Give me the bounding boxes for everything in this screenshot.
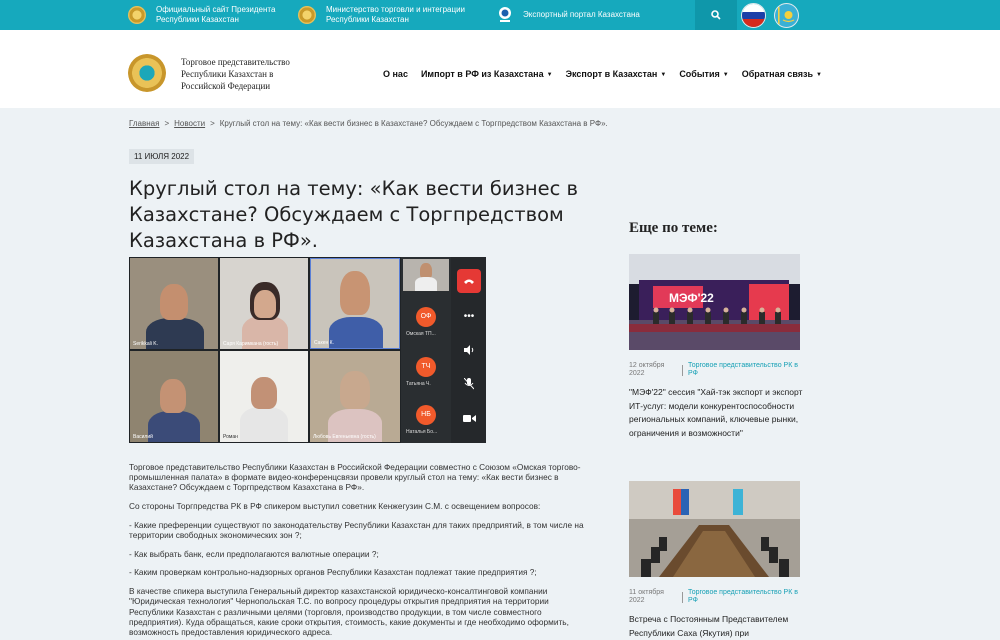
link-label-line2: Республики Казахстан bbox=[156, 15, 239, 24]
link-label-line2: Республики Казахстан bbox=[326, 15, 409, 24]
divider bbox=[682, 365, 683, 376]
article-paragraph: В качестве спикера выступила Генеральный… bbox=[129, 586, 569, 637]
nav-item-about[interactable]: О нас bbox=[383, 69, 408, 79]
emblem-icon bbox=[298, 6, 316, 24]
link-label-line1: Министерство торговли и интеграции bbox=[326, 5, 466, 14]
nav-item-feedback[interactable]: Обратная связь ▼ bbox=[742, 69, 822, 79]
president-site-link[interactable]: Официальный сайт Президента Республики К… bbox=[128, 0, 275, 30]
forum-stage-photo: МЭФ'22 bbox=[629, 254, 800, 350]
speaker-icon bbox=[457, 338, 481, 362]
participant-name: Василий bbox=[133, 434, 153, 440]
related-card-meta: 12 октября 2022 Торговое представительст… bbox=[629, 362, 800, 378]
svg-text:МЭФ'22: МЭФ'22 bbox=[669, 291, 714, 305]
participant-name: Омская ТП... bbox=[406, 331, 436, 337]
emblem-icon bbox=[128, 6, 146, 24]
article-body: Торговое представительство Республики Ка… bbox=[129, 462, 591, 640]
article-paragraph: Со стороны Торгпредства РК в РФ спикером… bbox=[129, 501, 541, 512]
more-options-icon: ••• bbox=[463, 310, 475, 322]
related-card-title[interactable]: "МЭФ'22" сессия "Хай-тэк экспорт и экспо… bbox=[629, 386, 807, 440]
nav-label: Обратная связь bbox=[741, 69, 814, 79]
related-card-date: 11 октября 2022 bbox=[629, 589, 664, 604]
related-card-date: 12 октября 2022 bbox=[629, 362, 665, 377]
ministry-site-link[interactable]: Министерство торговли и интеграции Респу… bbox=[298, 0, 465, 30]
breadcrumb-current: Круглый стол на тему: «Как вести бизнес … bbox=[219, 119, 608, 128]
participant-list: ОФ Омская ТП... ТЧ Татьяна Ч. НБ Наталья… bbox=[401, 257, 451, 443]
nav-label: О нас bbox=[383, 69, 408, 79]
main-nav: О нас Импорт в РФ из Казахстана ▼ Экспорт… bbox=[383, 69, 835, 79]
caret-down-icon: ▼ bbox=[546, 72, 553, 78]
expo-logo-icon bbox=[499, 7, 511, 22]
link-label: Министерство торговли и интеграции Респу… bbox=[326, 5, 465, 25]
camera-icon bbox=[457, 406, 481, 430]
nav-label: Экспорт в Казахстан bbox=[565, 69, 658, 79]
related-title: Еще по теме: bbox=[629, 220, 718, 236]
video-tile: Любовь Евгеньевна (гость) bbox=[310, 351, 400, 442]
caret-down-icon: ▼ bbox=[660, 72, 667, 78]
breadcrumb-home[interactable]: Главная bbox=[129, 119, 159, 128]
breadcrumb: Главная > Новости > Круглый стол на тему: «К… bbox=[129, 119, 608, 128]
caret-down-icon: ▼ bbox=[722, 72, 729, 78]
participant-name: Роман bbox=[223, 434, 238, 440]
top-bar: Официальный сайт Президента Республики К… bbox=[0, 0, 1000, 30]
breadcrumb-news[interactable]: Новости bbox=[174, 119, 205, 128]
participant-avatar: ОФ bbox=[416, 307, 436, 327]
article-paragraph: - Как выбрать банк, если предполагаются … bbox=[129, 548, 379, 559]
link-label: Официальный сайт Президента Республики К… bbox=[156, 5, 275, 25]
call-controls: ••• bbox=[451, 257, 486, 443]
mic-muted-icon bbox=[457, 372, 481, 396]
related-card-source[interactable]: Торговое представительство РК в РФ bbox=[688, 589, 798, 605]
video-tile: Василий bbox=[130, 351, 218, 442]
participant-name: Любовь Евгеньевна (гость) bbox=[313, 434, 376, 440]
related-card-source[interactable]: Торговое представительство РК в РФ bbox=[688, 362, 798, 378]
nav-label: Импорт в РФ из Казахстана bbox=[420, 69, 544, 79]
video-tile: Роман bbox=[220, 351, 308, 442]
participant-name: Serikkali K. bbox=[133, 341, 159, 347]
kazakhstan-flag-icon[interactable] bbox=[774, 3, 799, 28]
article-title: Круглый стол на тему: «Как вести бизнес … bbox=[129, 177, 579, 252]
article-date: 11 ИЮЛЯ 2022 bbox=[129, 149, 195, 164]
hang-up-icon bbox=[457, 269, 481, 293]
related-card-image[interactable]: МЭФ'22 bbox=[629, 254, 800, 350]
link-label-line1: Официальный сайт Президента bbox=[156, 5, 276, 14]
nav-item-export[interactable]: Экспорт в Казахстан ▼ bbox=[566, 69, 667, 79]
video-tile: Саря Каримкана (гость) bbox=[220, 258, 308, 349]
export-portal-link[interactable]: Экспортный портал Казахстана bbox=[497, 0, 640, 30]
kazakhstan-emblem-logo[interactable] bbox=[128, 54, 166, 92]
related-card-image[interactable] bbox=[629, 481, 800, 577]
kazakhstan-flag-sun-icon bbox=[778, 7, 795, 26]
article-paragraph: Торговое представительство Республики Ка… bbox=[129, 462, 581, 493]
participant-name: Сакен К. bbox=[314, 340, 334, 346]
search-button[interactable] bbox=[695, 0, 737, 30]
nav-item-import[interactable]: Импорт в РФ из Казахстана ▼ bbox=[421, 69, 553, 79]
article-image-video-call: Serikkali K. Саря Каримкана (гость) Саке… bbox=[129, 257, 486, 443]
link-label: Экспортный портал Казахстана bbox=[523, 10, 640, 19]
participant-name: Саря Каримкана (гость) bbox=[223, 341, 279, 347]
related-card-meta: 11 октября 2022 Торговое представительст… bbox=[629, 589, 800, 605]
participant-avatar: ТЧ bbox=[416, 357, 436, 377]
organization-name[interactable]: Торговое представительство Республики Ка… bbox=[181, 56, 311, 92]
russia-flag-icon[interactable] bbox=[741, 3, 766, 28]
site-header: Торговое представительство Республики Ка… bbox=[0, 30, 1000, 108]
participant-name: Татьяна Ч. bbox=[406, 381, 431, 387]
caret-down-icon: ▼ bbox=[816, 72, 822, 78]
related-card-title[interactable]: Встреча с Постоянным Представителем Респ… bbox=[629, 613, 807, 640]
participant-name: Наталья Бо... bbox=[406, 429, 438, 435]
nav-label: События bbox=[679, 69, 720, 79]
search-icon bbox=[711, 10, 721, 20]
video-tile: Serikkali K. bbox=[130, 258, 218, 349]
nav-item-events[interactable]: События ▼ bbox=[679, 69, 728, 79]
meeting-room-photo bbox=[629, 481, 800, 577]
breadcrumb-separator: > bbox=[164, 119, 170, 128]
article-paragraph: - Какие преференции существуют по законо… bbox=[129, 519, 584, 541]
participant-avatar: НБ bbox=[416, 405, 436, 425]
breadcrumb-separator: > bbox=[210, 119, 215, 128]
side-video-thumbnail bbox=[403, 259, 449, 291]
video-tile-active: Сакен К. bbox=[310, 258, 400, 349]
divider bbox=[682, 592, 683, 603]
article-paragraph: - Каким проверкам контрольно-надзорных о… bbox=[129, 567, 537, 578]
